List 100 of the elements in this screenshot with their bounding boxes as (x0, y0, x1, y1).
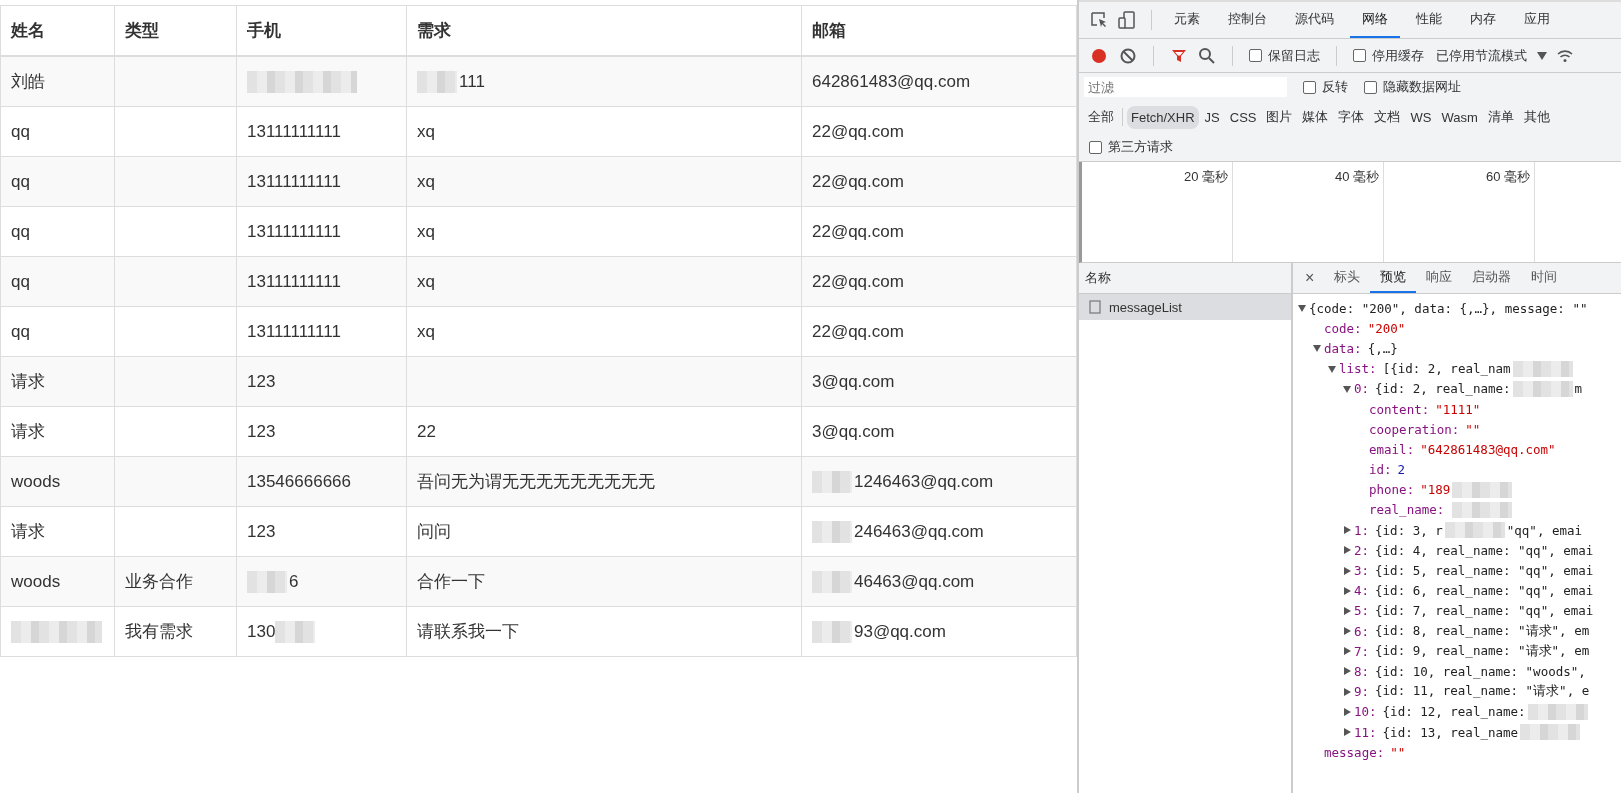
type-filter-button[interactable]: 媒体 (1298, 104, 1333, 130)
type-filter-button[interactable]: 其他 (1519, 104, 1554, 130)
filter-option-checkbox[interactable]: 隐藏数据网址 (1364, 78, 1461, 96)
detail-tab[interactable]: 时间 (1521, 263, 1568, 293)
third-party-checkbox[interactable]: 第三方请求 (1089, 138, 1173, 156)
property-value: {id: 10, real_name: "woods", (1375, 663, 1586, 679)
property-value: [{id: 2, real_nam (1382, 361, 1511, 377)
devtools-tab[interactable]: 元素 (1162, 2, 1212, 38)
close-button[interactable]: × (1301, 269, 1325, 287)
property-key: data: (1324, 340, 1362, 356)
type-filter-button[interactable]: Wasm (1437, 105, 1482, 129)
caret-icon[interactable] (1537, 51, 1547, 60)
table-cell-text: 刘皓 (11, 71, 45, 93)
type-filter-button[interactable]: 字体 (1334, 104, 1369, 130)
property-value: {code: "200", data: {,…}, message: "" (1309, 300, 1588, 316)
device-toolbar-icon[interactable] (1117, 10, 1137, 30)
table-cell: 642861483@qq.com (812, 71, 971, 92)
devtools-tab[interactable]: 网络 (1350, 2, 1400, 38)
property-value: "qq", emai (1506, 522, 1583, 538)
table-cell: 13111111111 (247, 171, 341, 192)
expanded-triangle-icon[interactable] (1342, 383, 1352, 394)
document-icon (1089, 300, 1101, 314)
table-cell: xq (417, 221, 435, 242)
devtools-tab[interactable]: 控制台 (1216, 2, 1279, 38)
property-value: "" (1465, 421, 1481, 437)
property-value: {id: 12, real_name: (1382, 704, 1526, 720)
collapsed-triangle-icon[interactable] (1342, 525, 1352, 536)
collapsed-triangle-icon[interactable] (1342, 605, 1352, 616)
type-filter-button[interactable]: 全部 (1084, 104, 1118, 130)
devtools-tab[interactable]: 应用 (1512, 2, 1562, 38)
collapsed-triangle-icon[interactable] (1342, 626, 1352, 637)
request-row[interactable]: messageList (1079, 294, 1291, 320)
detail-tab[interactable]: 启动器 (1462, 263, 1522, 293)
timeline-tick-label: 40 毫秒 (1334, 169, 1379, 184)
table-cell-text: 请求 (11, 371, 45, 393)
collapsed-triangle-icon[interactable] (1342, 727, 1352, 738)
devtools-tab[interactable]: 内存 (1458, 2, 1508, 38)
property-key: 10: (1354, 704, 1377, 720)
property-key: 4: (1354, 583, 1370, 599)
timeline-tick-label: 60 毫秒 (1485, 169, 1530, 184)
table-cell: 22@qq.com (812, 171, 904, 192)
timeline-overview[interactable]: 20 毫秒 40 毫秒 60 毫秒 (1079, 162, 1621, 263)
disable-cache-checkbox[interactable]: 停用缓存 (1353, 46, 1424, 65)
table-cell: xq (417, 171, 435, 192)
table-cell: 3@qq.com (812, 371, 895, 392)
collapsed-triangle-icon[interactable] (1342, 585, 1352, 596)
clear-icon[interactable] (1119, 46, 1137, 65)
table-cell: 123 (247, 371, 276, 392)
filter-option-checkbox[interactable]: 反转 (1303, 78, 1348, 96)
property-value: "200" (1367, 320, 1406, 336)
type-filter-button[interactable]: 文档 (1370, 104, 1405, 130)
name-column-header[interactable]: 名称 (1079, 263, 1291, 294)
devtools-tab[interactable]: 源代码 (1283, 2, 1346, 38)
property-key: 11: (1354, 724, 1377, 740)
collapsed-triangle-icon[interactable] (1342, 545, 1352, 556)
throttling-dropdown[interactable]: 已停用节流模式 (1436, 46, 1527, 65)
detail-tab[interactable]: 标头 (1324, 263, 1371, 293)
search-icon[interactable] (1198, 46, 1216, 65)
table-cell-text: 请求 (11, 521, 45, 543)
type-filter-button[interactable]: JS (1200, 105, 1224, 129)
property-value: {id: 6, real_name: "qq", emai (1375, 583, 1594, 599)
expanded-triangle-icon[interactable] (1312, 343, 1322, 354)
collapsed-triangle-icon[interactable] (1342, 686, 1352, 697)
wifi-icon[interactable] (1557, 48, 1573, 63)
table-cell: qq (11, 271, 30, 292)
preserve-log-checkbox[interactable]: 保留日志 (1249, 46, 1320, 65)
collapsed-triangle-icon[interactable] (1342, 646, 1352, 657)
property-key: 2: (1354, 542, 1370, 558)
property-key: code: (1324, 320, 1362, 336)
table-cell: woods (11, 571, 61, 592)
type-filter-button[interactable]: 图片 (1262, 104, 1297, 130)
property-value: {id: 8, real_name: "请求", em (1375, 622, 1590, 640)
request-name: messageList (1109, 299, 1182, 315)
filter-field[interactable]: 过滤 (1084, 77, 1287, 97)
inspect-icon[interactable] (1089, 10, 1109, 30)
type-filter-button[interactable]: CSS (1225, 105, 1261, 129)
property-value: {id: 2, real_name: (1375, 381, 1511, 397)
detail-tab[interactable]: 响应 (1416, 263, 1463, 293)
table-cell: qq (11, 121, 30, 142)
table-cell: qq (11, 321, 30, 342)
collapsed-triangle-icon[interactable] (1342, 666, 1352, 677)
type-filter-button[interactable]: WS (1406, 105, 1436, 129)
property-key: cooperation: (1369, 421, 1460, 437)
expanded-triangle-icon[interactable] (1327, 363, 1337, 374)
collapsed-triangle-icon[interactable] (1342, 565, 1352, 576)
type-filter-button[interactable]: Fetch/XHR (1127, 105, 1199, 129)
property-value: "642861483@qq.com" (1420, 441, 1556, 457)
table-cell: xq (417, 121, 435, 142)
table-cell-text: 请联系我一下 (417, 621, 519, 643)
table-cell: 22@qq.com (812, 121, 904, 142)
type-filter-button[interactable]: 清单 (1483, 104, 1518, 130)
devtools-tab[interactable]: 性能 (1404, 2, 1454, 38)
expanded-triangle-icon[interactable] (1297, 303, 1307, 314)
property-value: {id: 4, real_name: "qq", emai (1375, 542, 1594, 558)
table-cell-text: 我有需求 (125, 621, 193, 643)
detail-tab[interactable]: 预览 (1370, 263, 1417, 293)
table-cell: 13111111111 (247, 221, 341, 242)
property-key: 9: (1354, 684, 1370, 700)
table-cell: 13111111111 (247, 321, 341, 342)
collapsed-triangle-icon[interactable] (1342, 706, 1352, 717)
